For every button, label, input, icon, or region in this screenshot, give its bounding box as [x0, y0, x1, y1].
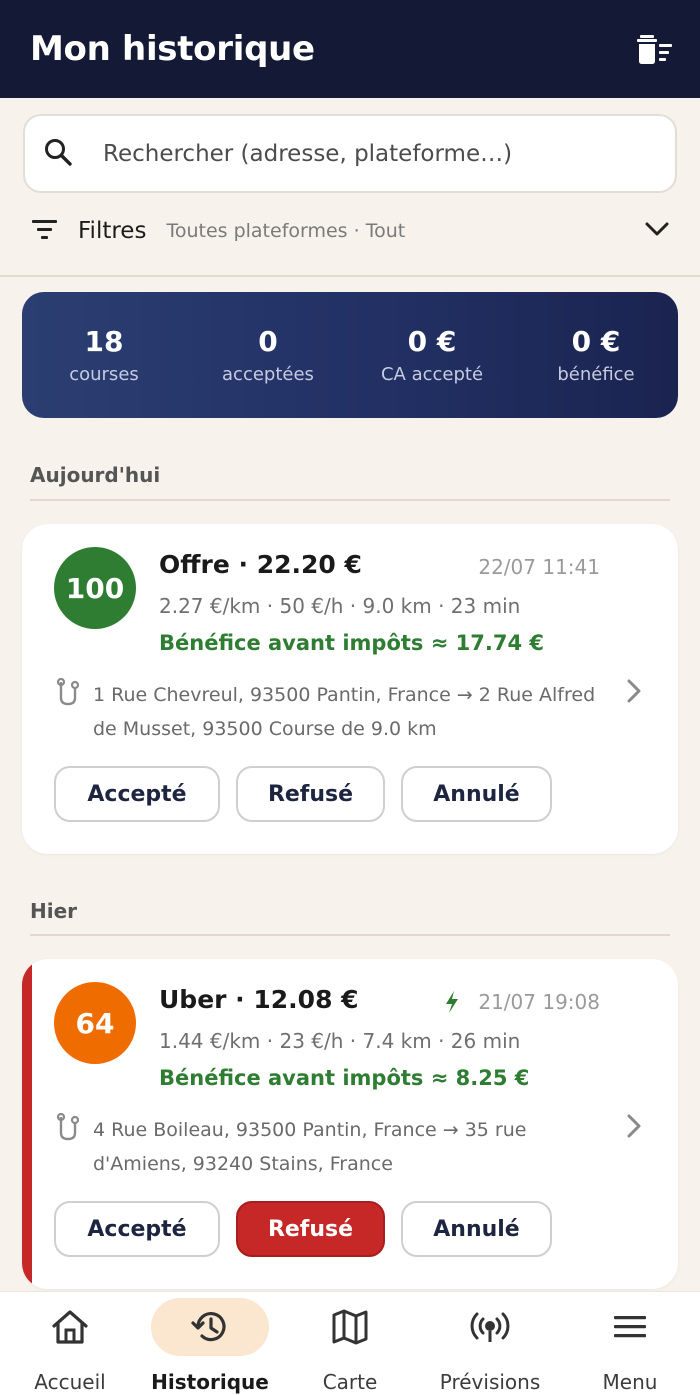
ride-metrics: 2.27 €/km · 50 €/h · 9.0 km · 23 min [159, 594, 521, 618]
nav-label: Menu [602, 1370, 658, 1394]
ride-profit: Bénéfice avant impôts ≈ 17.74 € [159, 631, 544, 655]
bottom-nav: Accueil Historique Carte Prévisions Menu [0, 1291, 700, 1395]
delete-sweep-icon[interactable] [636, 32, 674, 66]
stat-value: 18 [84, 325, 124, 358]
stat-label: CA accepté [380, 364, 484, 385]
ride-date: 22/07 11:41 [478, 555, 600, 579]
nav-item-previsions[interactable]: Prévisions [420, 1292, 560, 1395]
stat-profit: 0 € bénéfice [514, 325, 678, 385]
broadcast-icon [431, 1298, 549, 1356]
nav-item-carte[interactable]: Carte [280, 1292, 420, 1395]
nav-item-accueil[interactable]: Accueil [0, 1292, 140, 1395]
chevron-down-icon[interactable] [644, 220, 670, 242]
menu-icon [571, 1298, 689, 1356]
filters-label: Filtres [78, 218, 147, 244]
nav-item-menu[interactable]: Menu [560, 1292, 700, 1395]
app-header: Mon historique [0, 0, 700, 98]
bolt-icon [444, 990, 460, 1014]
score-badge: 100 [54, 547, 136, 629]
cancel-button[interactable]: Annulé [401, 766, 552, 822]
ride-date-text: 22/07 11:41 [478, 555, 600, 579]
refuse-button[interactable]: Refusé [236, 766, 385, 822]
nav-label: Accueil [34, 1370, 106, 1394]
ride-route: 4 Rue Boileau, 93500 Pantin, France → 35… [93, 1119, 527, 1175]
search-input[interactable] [103, 140, 623, 167]
score-badge: 64 [54, 982, 136, 1064]
stat-label: bénéfice [557, 364, 635, 385]
chevron-right-icon[interactable] [626, 678, 642, 708]
divider [0, 275, 700, 277]
accept-button[interactable]: Accepté [54, 1201, 220, 1257]
section-title-today: Aujourd'hui [30, 463, 161, 487]
ride-title: Uber · 12.08 € [159, 985, 359, 1014]
page-title: Mon historique [30, 29, 315, 69]
nav-label: Prévisions [439, 1370, 541, 1394]
stat-value: 0 € [571, 325, 621, 358]
nav-label: Historique [151, 1370, 269, 1394]
ride-card[interactable]: 100 Offre · 22.20 € 22/07 11:41 2.27 €/k… [22, 524, 678, 854]
route-icon [56, 677, 80, 712]
map-icon [291, 1298, 409, 1356]
ride-actions: Accepté Refusé Annulé [54, 1201, 568, 1257]
stats-summary-card: 18 courses 0 acceptées 0 € CA accepté 0 … [22, 292, 678, 418]
stat-value: 0 [258, 325, 278, 358]
nav-item-historique[interactable]: Historique [140, 1292, 280, 1395]
stat-label: acceptées [222, 364, 314, 385]
search-icon [43, 137, 73, 171]
ride-date: 21/07 19:08 [444, 990, 600, 1014]
filters-bar[interactable]: Filtres Toutes plateformes · Tout [30, 208, 670, 254]
ride-date-text: 21/07 19:08 [478, 990, 600, 1014]
stat-courses: 18 courses [22, 325, 186, 385]
chevron-right-icon[interactable] [626, 1113, 642, 1143]
route-icon [56, 1112, 80, 1147]
refuse-button[interactable]: Refusé [236, 1201, 385, 1257]
ride-route: 1 Rue Chevreul, 93500 Pantin, France → 2… [93, 684, 596, 740]
accept-button[interactable]: Accepté [54, 766, 220, 822]
section-divider [30, 499, 670, 501]
filter-list-icon [30, 217, 60, 245]
nav-label: Carte [322, 1370, 378, 1394]
stat-accepted: 0 acceptées [186, 325, 350, 385]
search-bar [23, 114, 677, 193]
stat-revenue: 0 € CA accepté [350, 325, 514, 385]
filters-summary: Toutes plateformes · Tout [166, 220, 406, 242]
ride-card[interactable]: 64 Uber · 12.08 € 21/07 19:08 1.44 €/km … [22, 959, 678, 1289]
stat-label: courses [69, 364, 139, 385]
ride-actions: Accepté Refusé Annulé [54, 766, 568, 822]
stat-value: 0 € [407, 325, 457, 358]
section-divider [30, 934, 670, 936]
history-icon [151, 1298, 269, 1356]
cancel-button[interactable]: Annulé [401, 1201, 552, 1257]
ride-profit: Bénéfice avant impôts ≈ 8.25 € [159, 1066, 530, 1090]
ride-title: Offre · 22.20 € [159, 550, 362, 579]
ride-metrics: 1.44 €/km · 23 €/h · 7.4 km · 26 min [159, 1029, 521, 1053]
home-icon [11, 1298, 129, 1356]
section-title-yesterday: Hier [30, 899, 78, 923]
